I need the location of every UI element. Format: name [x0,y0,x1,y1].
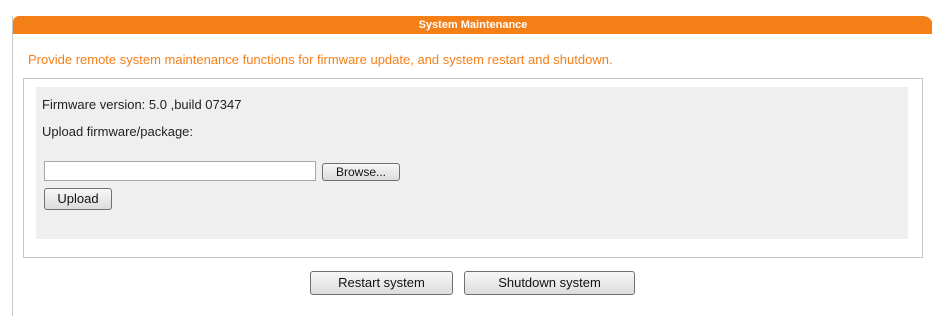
restart-system-button[interactable]: Restart system [310,271,453,295]
system-maintenance-panel: System Maintenance Provide remote system… [12,16,932,316]
upload-button[interactable]: Upload [44,188,112,210]
firmware-file-input[interactable] [44,161,316,181]
firmware-section-body: Firmware version: 5.0 ,build 07347 Uploa… [36,87,908,239]
browse-button[interactable]: Browse... [322,163,400,181]
panel-description: Provide remote system maintenance functi… [28,52,613,67]
firmware-version-text: Firmware version: 5.0 ,build 07347 [42,97,242,112]
shutdown-system-button[interactable]: Shutdown system [464,271,635,295]
firmware-section: Firmware version: 5.0 ,build 07347 Uploa… [23,78,923,258]
panel-title: System Maintenance [13,16,932,34]
upload-firmware-label: Upload firmware/package: [42,124,194,139]
